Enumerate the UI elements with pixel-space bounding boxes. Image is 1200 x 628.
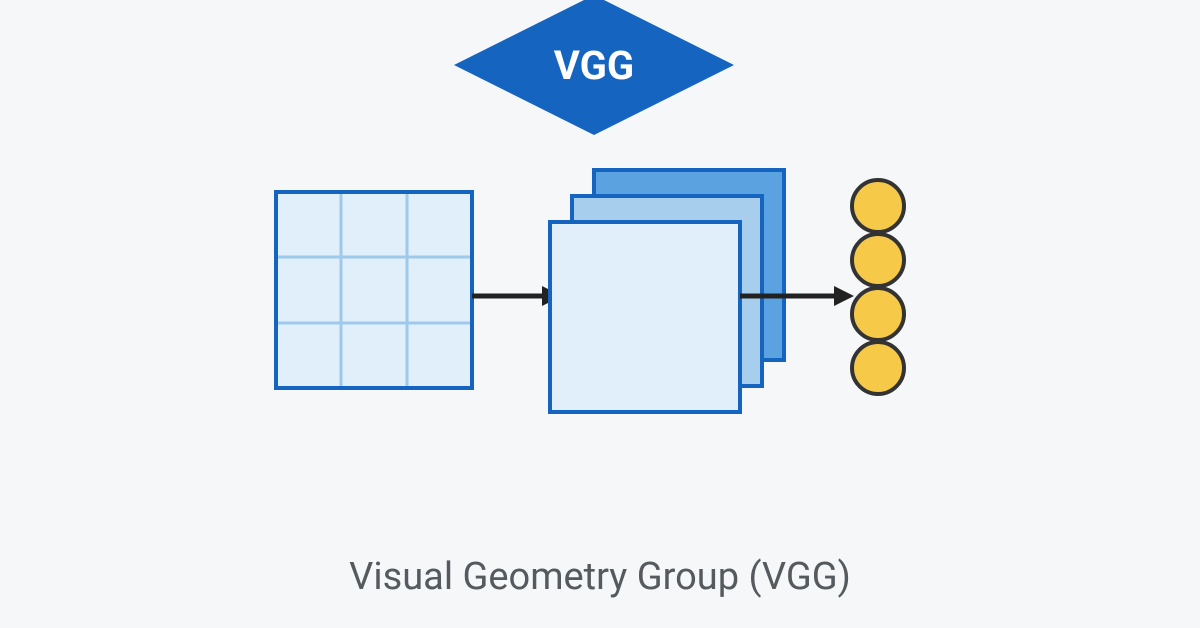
input-grid (274, 190, 474, 390)
output-node-circle (850, 232, 906, 288)
diagram-canvas: VGG Visual Geometry Group (VGG) (0, 0, 1200, 628)
diamond-header: VGG (454, 0, 734, 135)
arrow-conv-to-output-icon (740, 286, 854, 306)
grid-icon (274, 190, 474, 390)
output-node-circle (850, 286, 906, 342)
output-node-circle (850, 178, 906, 234)
output-nodes (850, 178, 906, 394)
caption-text: Visual Geometry Group (VGG) (0, 555, 1200, 599)
output-node-circle (850, 340, 906, 396)
conv-square-front (548, 220, 742, 414)
diamond-label: VGG (554, 42, 634, 89)
